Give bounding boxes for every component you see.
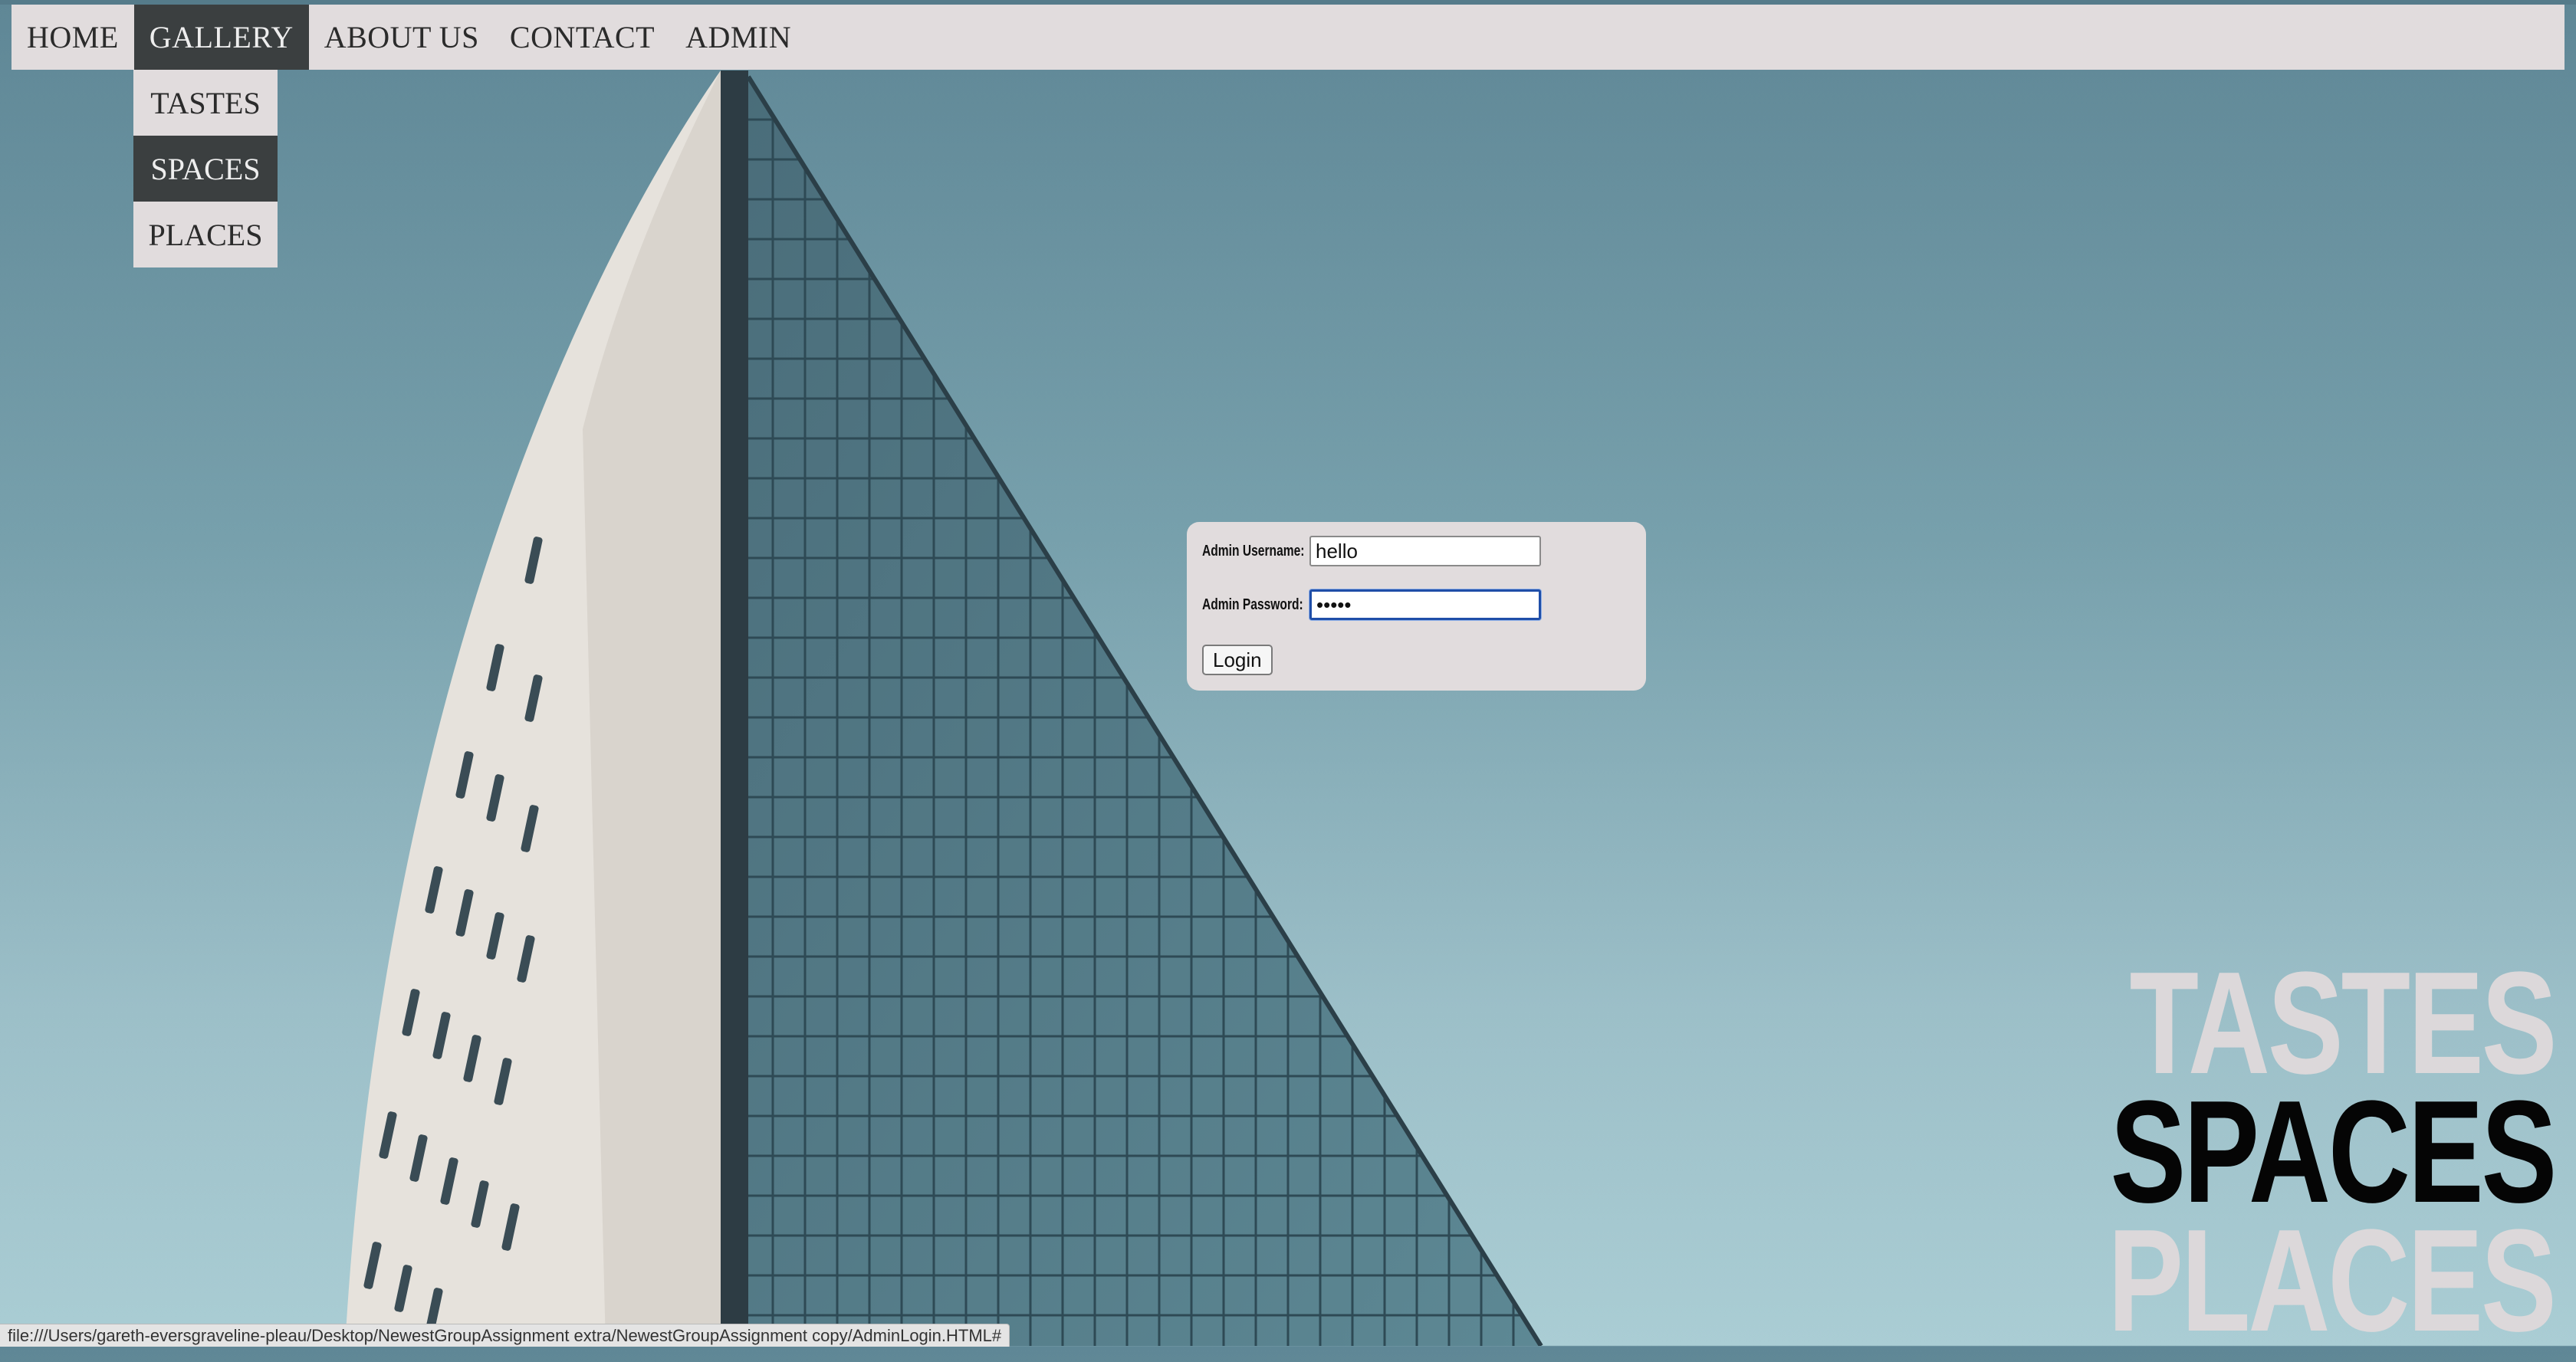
dropdown-item-tastes[interactable]: TASTES	[133, 70, 278, 136]
nav-gallery[interactable]: GALLERY	[133, 5, 309, 70]
username-row: Admin Username:	[1202, 536, 1541, 566]
password-label: Admin Password:	[1202, 596, 1303, 613]
login-button[interactable]: Login	[1202, 645, 1273, 675]
password-row: Admin Password:	[1202, 589, 1541, 620]
password-input[interactable]	[1309, 589, 1541, 620]
nav-admin[interactable]: ADMIN	[670, 5, 807, 70]
nav-contact[interactable]: CONTACT	[495, 5, 670, 70]
hero-word-places: PLACES	[2108, 1200, 2558, 1362]
nav-about-us[interactable]: ABOUT US	[309, 5, 495, 70]
username-label: Admin Username:	[1202, 542, 1305, 560]
admin-login-form: Admin Username: Admin Password: Login	[1187, 522, 1646, 691]
dropdown-item-places[interactable]: PLACES	[133, 202, 278, 267]
dropdown-item-spaces[interactable]: SPACES	[133, 136, 278, 202]
username-input[interactable]	[1309, 536, 1541, 566]
gallery-dropdown: TASTES SPACES PLACES	[133, 70, 278, 267]
status-bar-url: file:///Users/gareth-eversgraveline-plea…	[0, 1324, 1010, 1347]
nav-home[interactable]: HOME	[12, 5, 134, 70]
main-nav: HOME GALLERY ABOUT US CONTACT ADMIN	[12, 5, 2564, 70]
